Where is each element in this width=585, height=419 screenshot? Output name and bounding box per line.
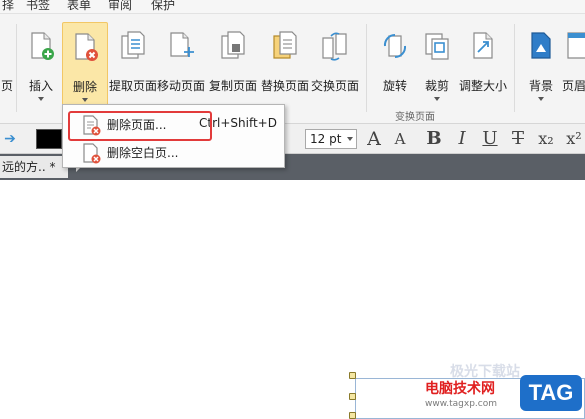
resize-icon xyxy=(473,32,493,59)
font-size-select[interactable]: 12 pt xyxy=(305,129,357,149)
background-button[interactable]: 背景 xyxy=(518,18,564,102)
font-shrink-icon[interactable]: A xyxy=(390,128,410,150)
delete-blank-page-icon xyxy=(83,143,101,164)
ribbon-separator xyxy=(366,24,367,112)
subscript-icon[interactable]: x₂ xyxy=(536,128,556,150)
chevron-down-icon xyxy=(434,97,440,101)
watermark-tag-logo: TAG xyxy=(520,375,582,411)
document-tab[interactable]: 远的方.. * xyxy=(0,156,68,178)
replace-pages-button[interactable]: 替换页面 xyxy=(261,18,309,102)
crop-icon xyxy=(425,33,449,60)
swap-pages-button[interactable]: 交换页面 xyxy=(311,18,359,102)
delete-page-icon xyxy=(75,33,98,61)
menu-tab-protect[interactable]: 保护 xyxy=(151,0,175,13)
watermark-site-name: 电脑技术网 xyxy=(425,381,495,397)
header-icon xyxy=(567,32,585,59)
document-tab-title: 远的方.. * xyxy=(2,160,56,174)
menu-item-label: 删除空白页... xyxy=(107,146,179,160)
resize-button[interactable]: 调整大小 xyxy=(459,18,507,102)
bold-icon[interactable]: B xyxy=(424,128,444,150)
copy-pages-button[interactable]: 复制页面 xyxy=(209,18,257,102)
menu-item-delete-blank-pages[interactable]: 删除空白页... xyxy=(63,139,284,165)
move-pages-label: 移动页面 xyxy=(156,79,205,93)
move-pages-button[interactable]: 移动页面 xyxy=(157,18,205,102)
italic-icon[interactable]: I xyxy=(452,128,472,150)
insert-page-icon xyxy=(31,32,54,60)
font-grow-icon[interactable]: A xyxy=(364,128,384,150)
resize-label: 调整大小 xyxy=(458,79,507,93)
menu-tab-review[interactable]: 审阅 xyxy=(108,0,132,13)
superscript-icon[interactable]: x² xyxy=(564,128,584,150)
underline-icon[interactable]: U xyxy=(480,128,500,150)
watermark-url: www.tagxp.com xyxy=(425,399,497,409)
menu-tab-bookmark[interactable]: 书签 xyxy=(26,0,50,13)
strikethrough-icon[interactable]: T xyxy=(508,128,528,150)
font-size-value: 12 pt xyxy=(310,132,342,146)
swap-pages-icon xyxy=(322,32,347,61)
text-color-swatch[interactable] xyxy=(36,129,62,149)
swap-pages-label: 交换页面 xyxy=(310,79,359,93)
chevron-down-icon xyxy=(38,97,44,101)
background-icon xyxy=(531,32,551,59)
delete-button[interactable]: 删除 xyxy=(62,22,108,108)
resize-handle[interactable] xyxy=(349,393,356,400)
chevron-down-icon xyxy=(538,97,544,101)
copy-pages-label: 复制页面 xyxy=(208,79,257,93)
replace-pages-icon xyxy=(273,31,297,59)
extract-pages-button[interactable]: 提取页面 xyxy=(109,18,157,102)
header-footer-button[interactable]: 页眉 xyxy=(562,18,585,102)
menu-tab-form[interactable]: 表单 xyxy=(67,0,91,13)
ribbon-separator xyxy=(514,24,515,112)
header-footer-label: 页眉 xyxy=(562,79,585,93)
menu-tab-partial[interactable]: 择 xyxy=(2,0,14,13)
ribbon-separator xyxy=(16,24,17,112)
highlight-annotation-box xyxy=(68,111,212,141)
resize-handle[interactable] xyxy=(349,372,356,379)
resize-handle[interactable] xyxy=(349,412,356,419)
chevron-down-icon xyxy=(347,137,353,141)
menu-bar: 择 书签 表单 审阅 保护 xyxy=(0,0,585,14)
rotate-icon xyxy=(383,33,407,59)
arrow-right-icon[interactable]: ➔ xyxy=(0,128,20,150)
copy-pages-icon xyxy=(221,31,245,59)
chevron-down-icon xyxy=(82,98,88,102)
move-pages-icon xyxy=(170,32,194,57)
group-label-transform-pages: 变换页面 xyxy=(395,112,435,123)
extract-pages-icon xyxy=(121,31,145,59)
